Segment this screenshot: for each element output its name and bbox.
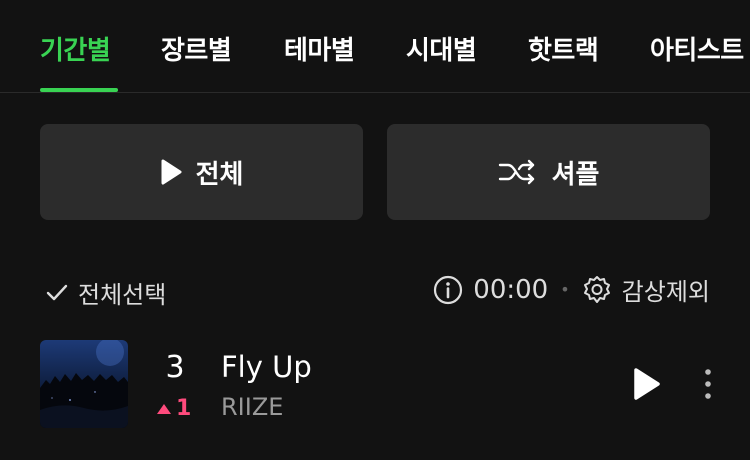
category-tabs: 기간별 장르별 테마별 시대별 핫트랙 아티스트: [0, 0, 750, 93]
tab-era[interactable]: 시대별: [406, 30, 477, 67]
track-title[interactable]: Fly Up: [221, 350, 312, 384]
tab-artist[interactable]: 아티스트: [650, 30, 744, 67]
rank-change: 1: [156, 396, 191, 421]
track-row[interactable]: 3 1 Fly Up RIIZE: [0, 340, 750, 430]
shuffle-icon: [498, 159, 534, 185]
album-cover: [40, 340, 128, 428]
rank-change-value: 1: [176, 396, 192, 421]
rank-up-icon: [157, 403, 171, 414]
shuffle-button[interactable]: 셔플: [387, 124, 710, 220]
play-all-button[interactable]: 전체: [40, 124, 363, 220]
tab-theme[interactable]: 테마별: [284, 30, 355, 67]
check-icon: [46, 284, 68, 300]
play-all-label: 전체: [195, 159, 244, 190]
track-artist[interactable]: RIIZE: [221, 393, 283, 421]
total-duration: 00:00: [473, 274, 549, 305]
play-icon: [161, 159, 182, 185]
separator-dot: •: [560, 280, 570, 299]
exclude-listening-label[interactable]: 감상제외: [622, 272, 710, 307]
select-all-toggle[interactable]: 전체선택: [46, 275, 166, 310]
gear-icon[interactable]: [582, 275, 612, 305]
active-tab-indicator: [40, 88, 118, 92]
track-rank: 3: [165, 350, 185, 385]
tab-hottrack[interactable]: 핫트랙: [528, 30, 599, 67]
tab-period[interactable]: 기간별: [40, 30, 111, 67]
info-icon[interactable]: [433, 275, 463, 305]
select-all-label: 전체선택: [78, 281, 167, 309]
tab-genre[interactable]: 장르별: [161, 30, 232, 67]
list-meta: 00:00 • 감상제외: [433, 272, 710, 307]
shuffle-label: 셔플: [551, 159, 600, 190]
more-options-icon[interactable]: [694, 364, 722, 404]
play-track-icon[interactable]: [628, 364, 664, 404]
